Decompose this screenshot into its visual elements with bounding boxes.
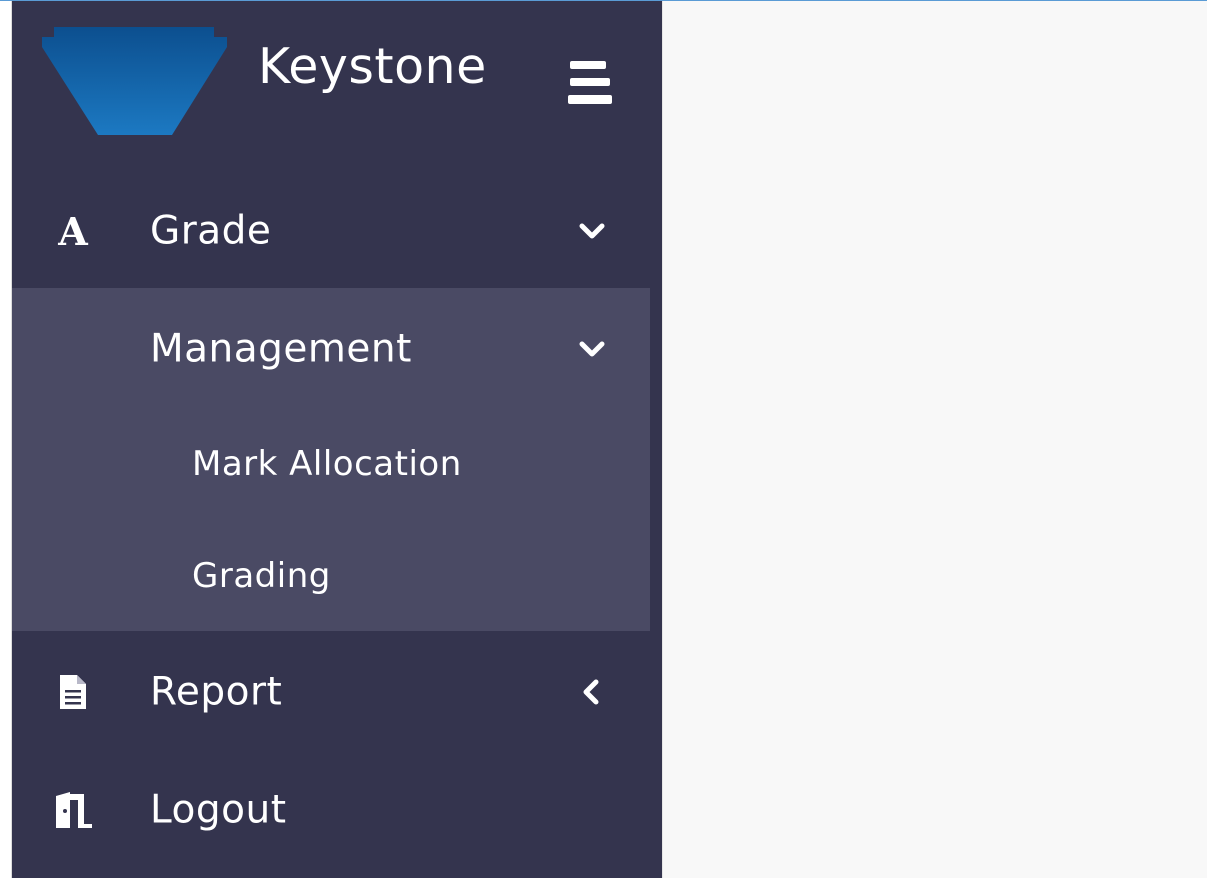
sidebar-item-label: Grade — [150, 208, 272, 254]
sidebar-item-label: Logout — [150, 787, 287, 833]
app-window: Keystone A Grade Management Mark Allocat… — [0, 0, 1207, 878]
brand-header: Keystone — [12, 1, 662, 169]
door-exit-icon-glyph — [52, 792, 92, 828]
sidebar-item-label: Report — [150, 669, 283, 715]
chevron-left-icon — [583, 679, 599, 705]
chevron-down-icon — [579, 341, 605, 357]
letter-a-icon: A — [58, 208, 88, 254]
sidebar-item-grade[interactable]: A Grade — [12, 176, 662, 286]
sidebar-item-management[interactable]: Management — [12, 294, 650, 404]
keystone-logo-icon — [42, 27, 227, 135]
sidebar-item-label: Management — [150, 326, 412, 372]
chevron-down-icon — [579, 223, 605, 239]
document-icon-glyph — [60, 675, 86, 709]
document-icon — [50, 669, 96, 715]
sidebar-item-grading[interactable]: Grading — [12, 520, 650, 632]
window-left-edge — [0, 1, 12, 878]
door-exit-icon — [50, 787, 96, 833]
main-content-area — [662, 1, 1207, 878]
sidebar-item-label: Mark Allocation — [192, 444, 462, 484]
sidebar-item-report[interactable]: Report — [12, 637, 662, 747]
hamburger-icon[interactable] — [566, 58, 614, 108]
submenu-grade: Management Mark Allocation Grading — [12, 288, 650, 631]
app-title: Keystone — [258, 38, 487, 95]
sidebar-item-mark-allocation[interactable]: Mark Allocation — [12, 408, 650, 520]
sidebar-item-logout[interactable]: Logout — [12, 755, 662, 865]
sidebar-item-label: Grading — [192, 556, 331, 596]
sidebar: Keystone A Grade Management Mark Allocat… — [12, 1, 662, 878]
